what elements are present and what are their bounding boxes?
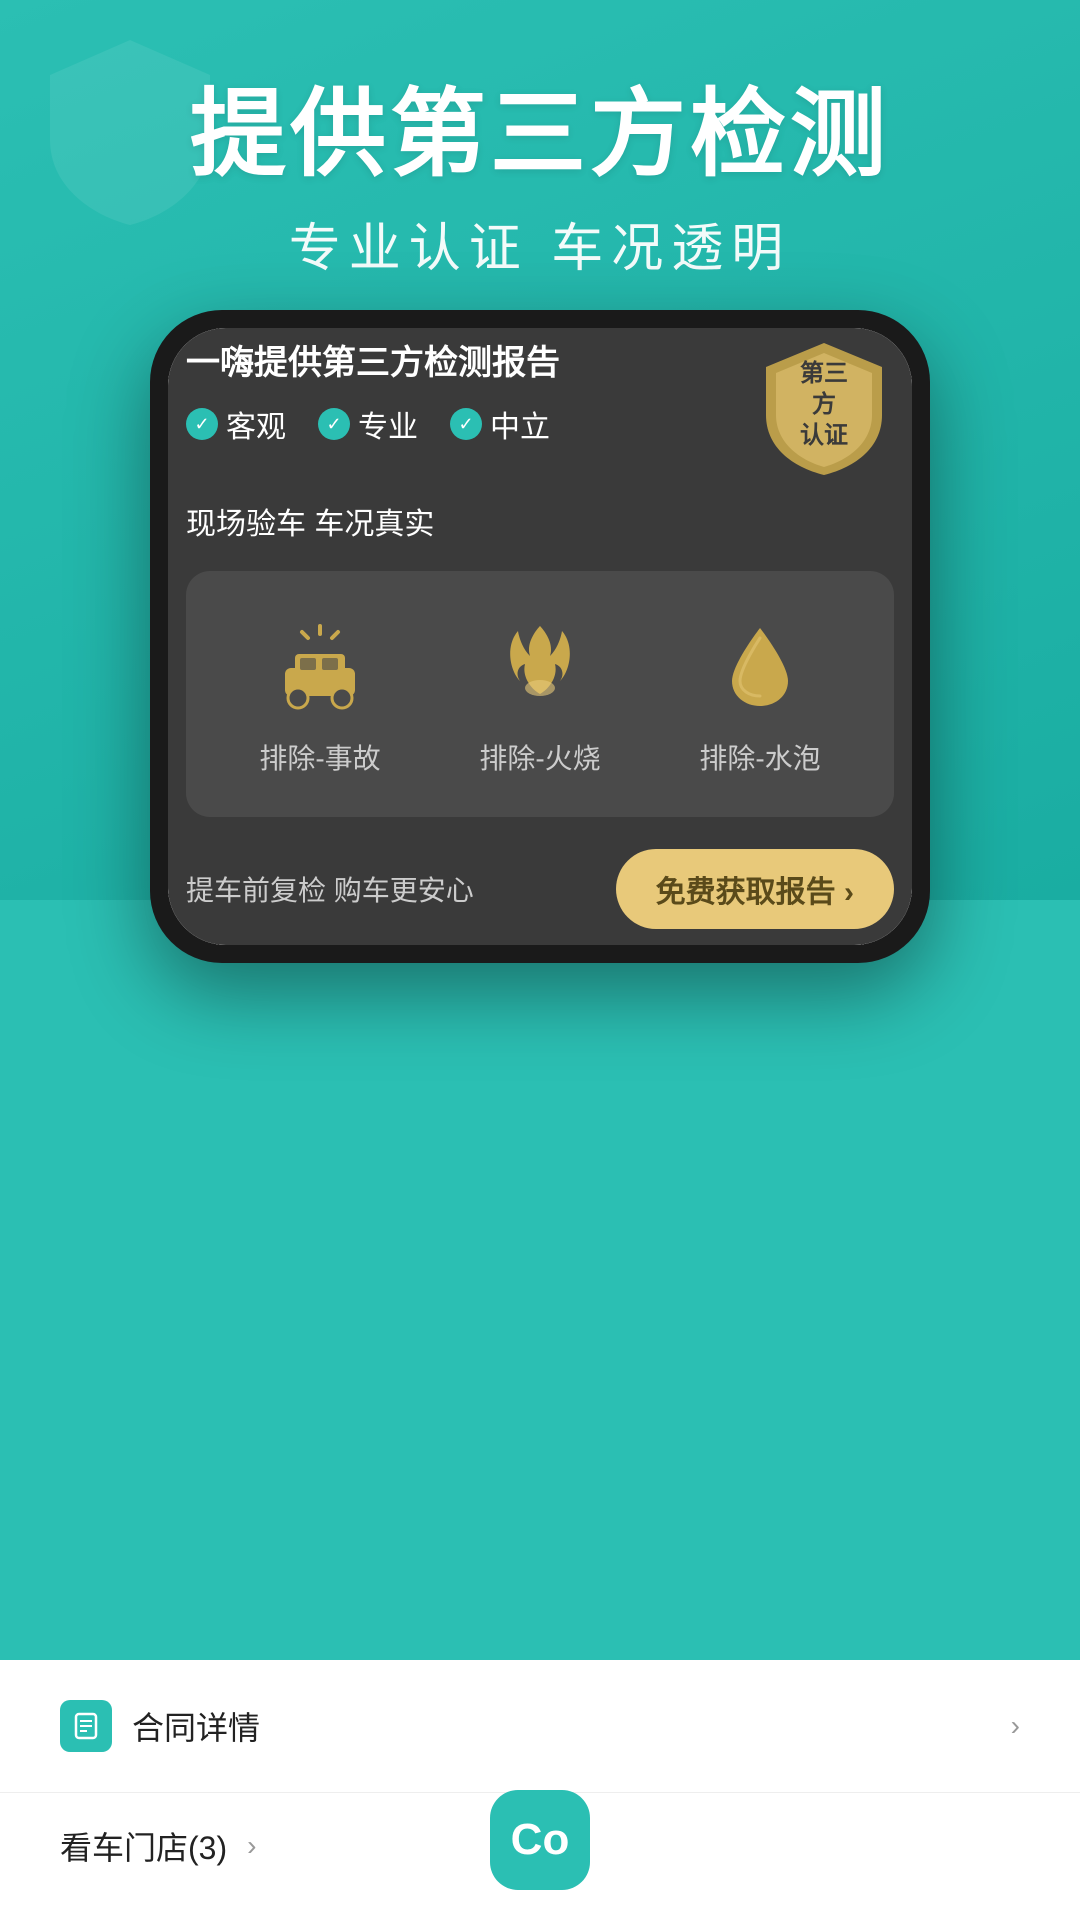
badge-neutral: ✓ 中立 [450, 402, 550, 446]
store-text: 看车门店(3) [60, 1823, 227, 1869]
bottom-text: 提车前复检 购车更安心 [186, 869, 474, 909]
check-icon-1: ✓ [186, 408, 218, 440]
phone-screen: 🔒 📶 📡 📱 🔕 58 10:26 ‹ 车源详情 ↻ [168, 328, 912, 945]
card-badges: ✓ 客观 ✓ 专业 ✓ 中立 [186, 402, 560, 446]
store-arrow: › [247, 1830, 256, 1862]
card-tagline: 现场验车 车况真实 [186, 499, 894, 543]
icon-label-fire: 排除-火烧 [479, 737, 600, 777]
fire-icon [485, 611, 595, 721]
icon-label-accident: 排除-事故 [259, 737, 380, 777]
check-icon-2: ✓ [318, 408, 350, 440]
app-logo-area: Co [490, 1790, 590, 1890]
shield-badge: 第三方认证 [754, 335, 894, 475]
contract-row[interactable]: 合同详情 › [0, 1660, 1080, 1793]
icon-label-water: 排除-水泡 [699, 737, 820, 777]
badge-label-3: 中立 [490, 402, 550, 446]
app-logo: Co [490, 1790, 590, 1890]
icons-section: 排除-事故 排除-火烧 [186, 571, 894, 817]
icon-accident: 排除-事故 [259, 611, 380, 777]
hero-subtitle: 专业认证 车况透明 [0, 206, 1080, 281]
card-header: 一嗨提供第三方检测报告 ✓ 客观 ✓ 专业 ✓ [186, 335, 894, 475]
hero-title: 提供第三方检测 [0, 80, 1080, 190]
get-report-button[interactable]: 免费获取报告 › [616, 849, 894, 929]
badge-professional: ✓ 专业 [318, 402, 418, 446]
inspection-card: 一嗨提供第三方检测报告 ✓ 客观 ✓ 专业 ✓ [168, 328, 912, 945]
shield-text: 第三方认证 [789, 358, 859, 452]
check-icon-3: ✓ [450, 408, 482, 440]
contract-text: 合同详情 [132, 1703, 991, 1749]
phone-frame: 🔒 📶 📡 📱 🔕 58 10:26 ‹ 车源详情 ↻ [150, 310, 930, 963]
badge-label-1: 客观 [226, 402, 286, 446]
badge-objective: ✓ 客观 [186, 402, 286, 446]
water-icon [705, 611, 815, 721]
icon-water: 排除-水泡 [699, 611, 820, 777]
contract-arrow: › [1011, 1710, 1020, 1742]
hero-section: 提供第三方检测 专业认证 车况透明 [0, 80, 1080, 281]
contract-icon [60, 1700, 112, 1752]
card-title: 一嗨提供第三方检测报告 [186, 335, 560, 384]
icon-fire: 排除-火烧 [479, 611, 600, 777]
card-header-left: 一嗨提供第三方检测报告 ✓ 客观 ✓ 专业 ✓ [186, 335, 560, 446]
card-bottom: 提车前复检 购车更安心 免费获取报告 › [186, 817, 894, 945]
phone-mockup: 🔒 📶 📡 📱 🔕 58 10:26 ‹ 车源详情 ↻ [150, 310, 930, 963]
badge-label-2: 专业 [358, 402, 418, 446]
car-accident-icon [265, 611, 375, 721]
